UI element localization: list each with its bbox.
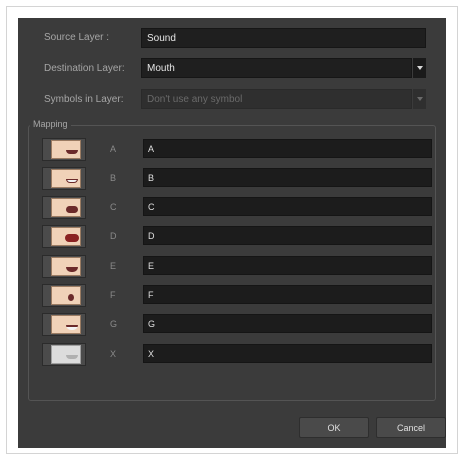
mapping-group-title: Mapping bbox=[30, 119, 71, 129]
symbols-in-layer-label: Symbols in Layer: bbox=[44, 94, 124, 105]
mouth-rest-icon bbox=[42, 343, 86, 366]
mapping-letter: B bbox=[110, 173, 117, 183]
mouth-e-icon bbox=[42, 255, 86, 278]
mouth-open-icon bbox=[42, 196, 86, 219]
mapping-field[interactable]: E bbox=[143, 256, 432, 275]
mapping-letter: C bbox=[110, 202, 117, 212]
mapping-field[interactable]: B bbox=[143, 168, 432, 187]
symbols-in-layer-select[interactable]: Don't use any symbol bbox=[141, 89, 412, 109]
mapping-field[interactable]: A bbox=[143, 139, 432, 158]
mouth-wide-open-icon bbox=[42, 225, 86, 248]
mapping-letter: F bbox=[110, 290, 116, 300]
source-layer-field[interactable]: Sound bbox=[141, 28, 426, 48]
symbols-dropdown-icon[interactable] bbox=[412, 89, 426, 109]
mouth-closed-icon bbox=[42, 138, 86, 161]
mapping-letter: A bbox=[110, 144, 117, 154]
mapping-field[interactable]: G bbox=[143, 314, 432, 333]
mapping-field[interactable]: D bbox=[143, 226, 432, 245]
mapping-field[interactable]: X bbox=[143, 344, 432, 363]
cancel-button[interactable]: Cancel bbox=[376, 417, 446, 438]
lip-sync-mapping-dialog: Source Layer : Sound Destination Layer: … bbox=[18, 18, 446, 448]
mapping-field[interactable]: C bbox=[143, 197, 432, 216]
mapping-letter: E bbox=[110, 261, 117, 271]
destination-layer-select[interactable]: Mouth bbox=[141, 58, 412, 78]
destination-dropdown-icon[interactable] bbox=[412, 58, 426, 78]
mouth-teeth-icon bbox=[42, 167, 86, 190]
mapping-letter: X bbox=[110, 349, 117, 359]
source-layer-label: Source Layer : bbox=[44, 32, 110, 43]
mapping-field[interactable]: F bbox=[143, 285, 432, 304]
mapping-letter: G bbox=[110, 319, 118, 329]
mouth-teeth-lip-icon bbox=[42, 313, 86, 336]
mouth-round-icon bbox=[42, 284, 86, 307]
mapping-letter: D bbox=[110, 231, 117, 241]
destination-layer-label: Destination Layer: bbox=[44, 63, 125, 74]
ok-button[interactable]: OK bbox=[299, 417, 369, 438]
